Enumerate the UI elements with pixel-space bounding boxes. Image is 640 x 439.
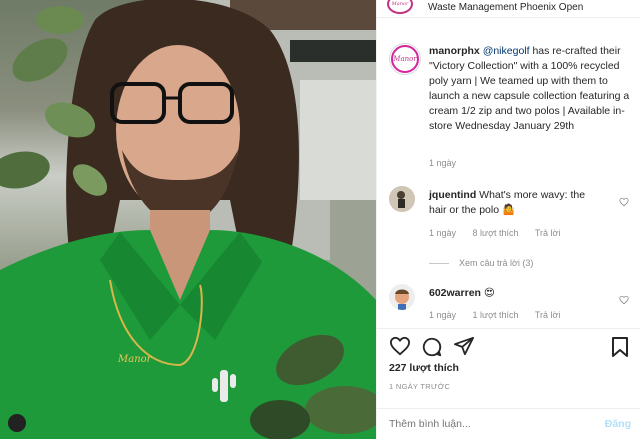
memoji-avatar-icon (389, 284, 415, 310)
share-icon[interactable] (453, 336, 475, 361)
post-actions (389, 336, 633, 360)
heart-icon[interactable] (389, 336, 411, 361)
author-avatar-logo: Manor (391, 45, 419, 73)
comment-likes[interactable]: 8 lượt thích (473, 228, 519, 238)
view-replies[interactable]: Xem câu trả lời (3) (429, 258, 533, 268)
comment-icon[interactable] (421, 336, 443, 363)
comment-username[interactable]: jquentind (429, 189, 476, 201)
comment-likes[interactable]: 1 lượt thích (473, 310, 519, 320)
header-avatar-text: Manor (391, 1, 409, 7)
post-header: Manor Waste Management Phoenix Open (377, 0, 640, 18)
author-username[interactable]: manorphx (429, 45, 480, 57)
comment-body: 😍 (483, 287, 495, 299)
post-comment-button[interactable]: Đăng (605, 418, 631, 430)
add-comment-bar: Đăng (377, 408, 640, 439)
comment-item: jquentind What's more wavy: the hair or … (387, 186, 635, 276)
comment-reply[interactable]: Trả lời (535, 228, 561, 238)
likes-count[interactable]: 227 lượt thích (389, 362, 459, 374)
replies-line (429, 262, 449, 264)
header-avatar[interactable]: Manor (387, 0, 413, 14)
avatar-figure-icon (389, 186, 415, 212)
caption-text: manorphx @nikegolf has re-crafted their … (429, 44, 635, 134)
post-location[interactable]: Waste Management Phoenix Open (428, 2, 583, 13)
like-comment-icon[interactable] (619, 292, 629, 310)
comment-input[interactable] (389, 418, 579, 430)
post-side-panel: Manor Waste Management Phoenix Open Mano… (376, 0, 640, 439)
comment-time[interactable]: 1 ngày (429, 228, 456, 238)
comment-reply[interactable]: Trả lời (535, 310, 561, 320)
comment-text: 602warren 😍 (429, 286, 603, 301)
necklace-text: Manor (118, 354, 152, 365)
comment-meta: 1 ngày 1 lượt thích Trả lời (429, 310, 574, 320)
author-avatar[interactable]: Manor (389, 43, 421, 75)
caption-time[interactable]: 1 ngày (429, 158, 456, 168)
comment-time[interactable]: 1 ngày (429, 310, 456, 320)
actions-divider (377, 328, 640, 329)
comment-username[interactable]: 602warren (429, 287, 481, 299)
comment-item: 602warren 😍 1 ngày 1 lượt thích Trả lời (387, 284, 635, 324)
like-comment-icon[interactable] (619, 194, 629, 212)
caption-mention[interactable]: @nikegolf (483, 45, 530, 57)
commenter-avatar[interactable] (389, 186, 415, 212)
post-date[interactable]: 1 NGÀY TRƯỚC (389, 382, 450, 391)
post-photo[interactable]: Manor (0, 0, 376, 439)
watch-icon[interactable] (8, 414, 26, 432)
bookmark-icon[interactable] (611, 336, 629, 363)
comment-text: jquentind What's more wavy: the hair or … (429, 188, 603, 218)
caption-body: has re-crafted their "Victory Collection… (429, 45, 630, 132)
comment-meta: 1 ngày 8 lượt thích Trả lời (429, 228, 574, 238)
commenter-avatar[interactable] (389, 284, 415, 310)
photo-illustration (0, 0, 376, 439)
view-replies-label: Xem câu trả lời (3) (459, 258, 534, 268)
